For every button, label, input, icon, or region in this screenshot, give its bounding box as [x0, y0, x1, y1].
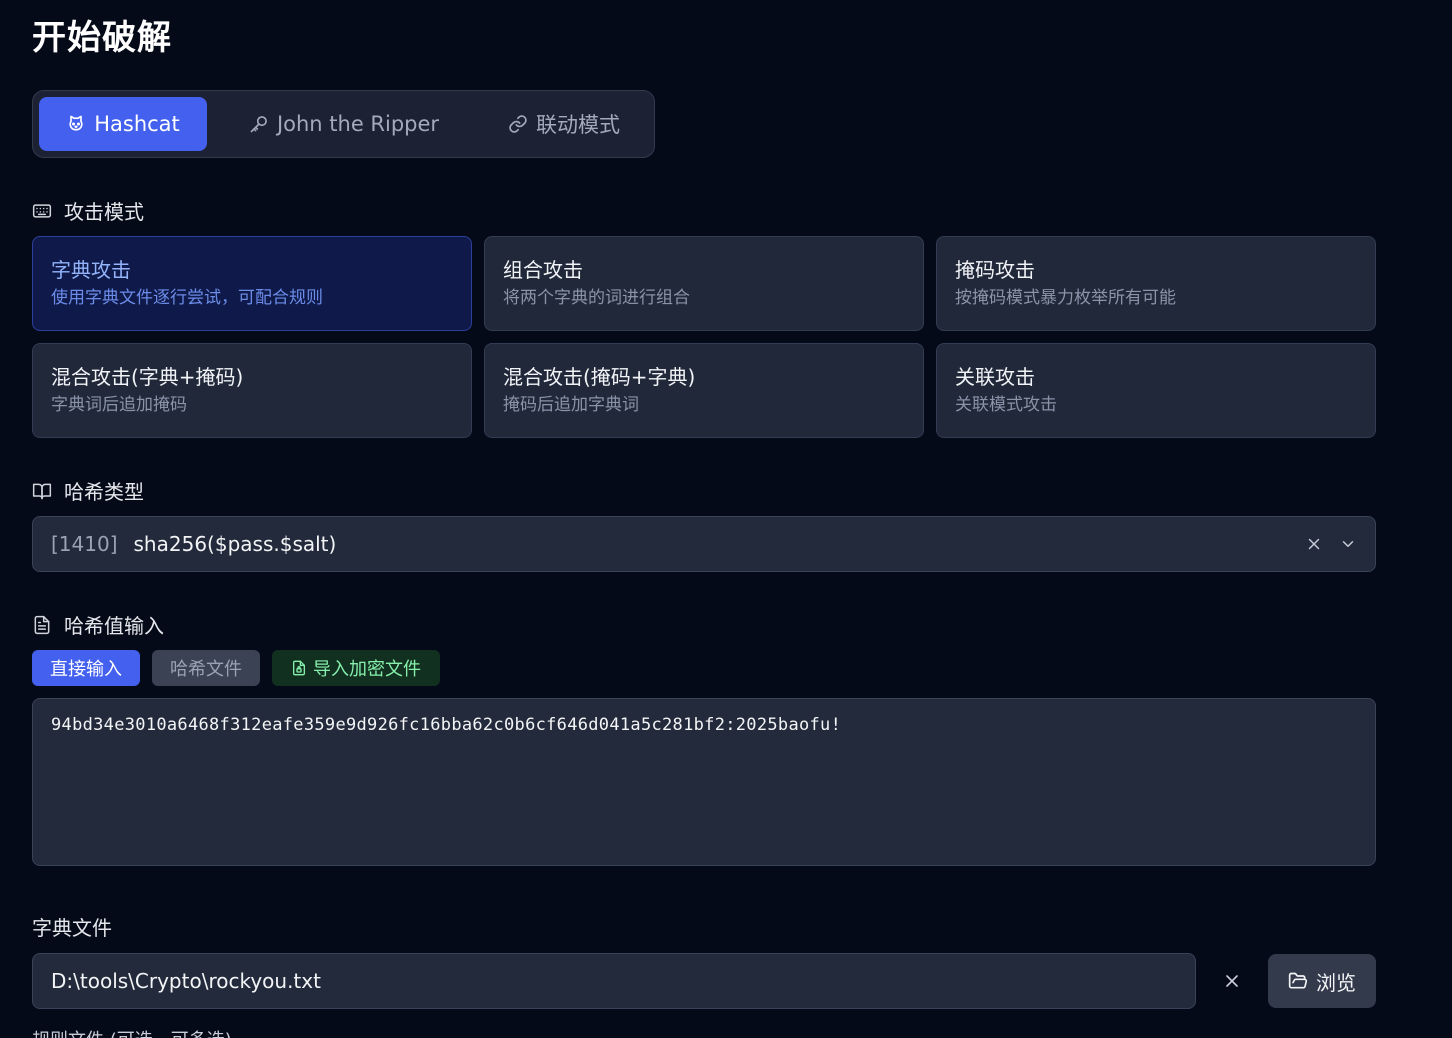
hash-type-code: [1410] [51, 532, 118, 556]
hash-file-tab[interactable]: 哈希文件 [152, 650, 260, 686]
mode-desc: 按掩码模式暴力枚举所有可能 [955, 288, 1176, 308]
import-encrypted-file-button[interactable]: 导入加密文件 [272, 650, 440, 686]
hash-file-label: 哈希文件 [170, 659, 242, 680]
hash-input-label: 哈希值输入 [64, 614, 164, 638]
direct-input-label: 直接输入 [50, 659, 122, 680]
mode-title: 组合攻击 [503, 258, 583, 282]
mode-desc: 字典词后追加掩码 [51, 395, 187, 415]
browse-label: 浏览 [1316, 970, 1356, 995]
attack-mode-heading: 攻击模式 [32, 196, 144, 225]
mode-title: 掩码攻击 [955, 258, 1035, 282]
mode-title: 混合攻击(字典+掩码) [51, 365, 244, 389]
mode-hybrid-mask-dict[interactable]: 混合攻击(掩码+字典) 掩码后追加字典词 [484, 343, 924, 438]
mode-hybrid-dict-mask[interactable]: 混合攻击(字典+掩码) 字典词后追加掩码 [32, 343, 472, 438]
tab-john-the-ripper[interactable]: John the Ripper [229, 97, 459, 151]
crack-page: 开始破解 Hashcat John the Ripper 联动模式 攻击模式 字… [0, 0, 1452, 1038]
mode-desc: 关联模式攻击 [955, 395, 1057, 415]
file-lock-icon [293, 660, 305, 676]
page-title: 开始破解 [32, 18, 172, 58]
mode-desc: 掩码后追加字典词 [503, 395, 639, 415]
dictionary-label: 字典文件 [32, 916, 112, 940]
link-icon [509, 115, 527, 133]
dictionary-path-input[interactable]: D:\tools\Crypto\rockyou.txt [32, 953, 1196, 1009]
clear-dictionary-button[interactable] [1218, 967, 1246, 995]
mode-combination-attack[interactable]: 组合攻击 将两个字典的词进行组合 [484, 236, 924, 331]
mode-association-attack[interactable]: 关联攻击 关联模式攻击 [936, 343, 1376, 438]
cat-icon [69, 115, 83, 131]
dictionary-path-value: D:\tools\Crypto\rockyou.txt [51, 969, 321, 993]
mode-mask-attack[interactable]: 掩码攻击 按掩码模式暴力枚举所有可能 [936, 236, 1376, 331]
mode-desc: 将两个字典的词进行组合 [503, 288, 690, 308]
hash-input-heading: 哈希值输入 [32, 610, 164, 639]
file-text-icon [34, 615, 50, 634]
mode-dictionary-attack[interactable]: 字典攻击 使用字典文件逐行尝试，可配合规则 [32, 236, 472, 331]
mode-title: 混合攻击(掩码+字典) [503, 365, 696, 389]
book-open-icon [32, 483, 52, 499]
hash-type-heading: 哈希类型 [32, 476, 144, 505]
tab-john-label: John the Ripper [276, 112, 440, 136]
close-icon[interactable] [1305, 535, 1323, 553]
attack-mode-label: 攻击模式 [64, 200, 144, 224]
import-encrypted-label: 导入加密文件 [313, 659, 421, 680]
hash-type-name: sha256($pass.$salt) [133, 532, 337, 556]
tab-hashcat[interactable]: Hashcat [39, 97, 207, 151]
mode-title: 字典攻击 [51, 258, 131, 282]
tab-linked-label: 联动模式 [536, 113, 620, 137]
key-icon [250, 116, 267, 133]
direct-input-tab[interactable]: 直接输入 [32, 650, 140, 686]
keyboard-icon [32, 203, 52, 218]
tab-linked-mode[interactable]: 联动模式 [479, 97, 649, 151]
hash-type-select[interactable]: [1410] sha256($pass.$salt) [32, 516, 1376, 572]
tool-tabs: Hashcat John the Ripper 联动模式 [32, 90, 655, 158]
mode-title: 关联攻击 [955, 365, 1035, 389]
chevron-down-icon[interactable] [1339, 535, 1357, 553]
hash-type-label: 哈希类型 [64, 480, 144, 504]
rule-file-label: 规则文件 (可选，可多选) [32, 1026, 232, 1038]
tab-hashcat-label: Hashcat [94, 112, 180, 136]
browse-button[interactable]: 浏览 [1268, 954, 1376, 1008]
close-icon [1226, 975, 1238, 987]
hash-input-textarea[interactable]: 94bd34e3010a6468f312eafe359e9d926fc16bba… [32, 698, 1376, 866]
hash-input-value: 94bd34e3010a6468f312eafe359e9d926fc16bba… [51, 715, 842, 735]
mode-desc: 使用字典文件逐行尝试，可配合规则 [51, 288, 323, 308]
folder-open-icon [1288, 972, 1308, 989]
